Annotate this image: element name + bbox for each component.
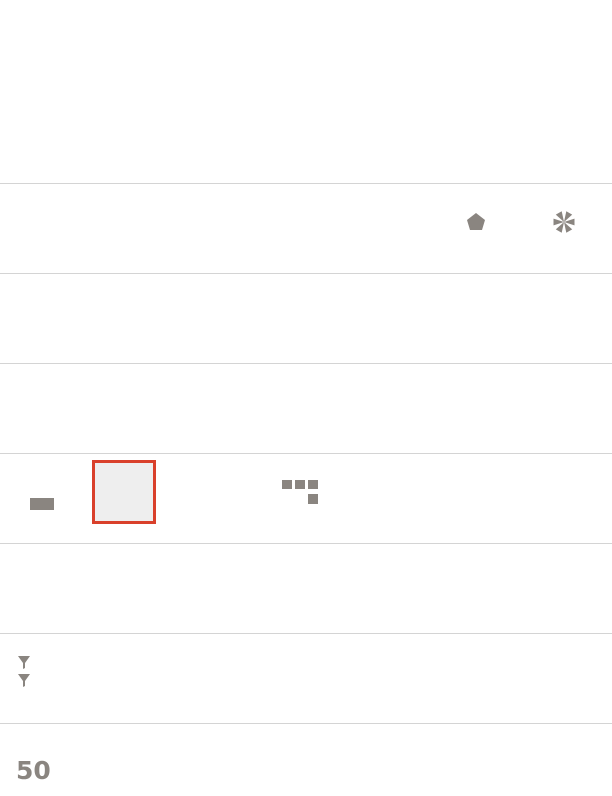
metric-tile-icon: 50 bbox=[16, 756, 51, 785]
horizontal-bar-chart-button[interactable] bbox=[268, 10, 332, 74]
pie-chart-button[interactable] bbox=[4, 370, 68, 434]
text-box-button[interactable] bbox=[180, 730, 244, 794]
stacked-area-chart-icon bbox=[192, 202, 232, 242]
table-icon bbox=[30, 498, 54, 510]
funnel-chart-icon bbox=[192, 562, 232, 602]
pivot-tree-icon bbox=[192, 472, 232, 512]
horizontal-bar-pivot-chart-button[interactable] bbox=[92, 100, 156, 164]
visualization-palette: 50 bbox=[0, 0, 612, 796]
network-graph-button[interactable] bbox=[4, 550, 68, 614]
donut-chart-button[interactable] bbox=[92, 370, 156, 434]
treemap-icon bbox=[280, 382, 320, 422]
filled-radar-chart-icon bbox=[467, 213, 485, 230]
line-chart-button[interactable] bbox=[4, 190, 68, 254]
section-divider bbox=[0, 633, 612, 634]
section-divider bbox=[0, 363, 612, 364]
grouped-bar-chart-button[interactable] bbox=[92, 10, 156, 74]
diagram-button[interactable] bbox=[444, 730, 508, 794]
parallel-coordinates-button[interactable] bbox=[444, 550, 508, 614]
filled-radar-chart-button[interactable] bbox=[444, 190, 508, 254]
horizontal-bar-chart-icon bbox=[280, 22, 320, 62]
section-divider bbox=[0, 453, 612, 454]
radar-line-chart-button[interactable] bbox=[356, 190, 420, 254]
treemap-button[interactable] bbox=[268, 370, 332, 434]
percent-area-chart-button[interactable] bbox=[268, 190, 332, 254]
scatter-plot-categories-button[interactable] bbox=[92, 280, 156, 344]
tile-grid-button[interactable] bbox=[268, 460, 332, 524]
list-filter-icon bbox=[18, 656, 30, 687]
map-pin-icon bbox=[104, 742, 144, 782]
funnel-chart-button[interactable] bbox=[180, 550, 244, 614]
horizontal-bar-pivot-chart-icon bbox=[104, 112, 144, 152]
area-chart-icon bbox=[104, 202, 144, 242]
stacked-bar-line-combo-chart-icon bbox=[22, 140, 54, 144]
tag-cloud-button[interactable] bbox=[268, 730, 332, 794]
bar-line-combo-chart-icon bbox=[544, 22, 584, 62]
tile-grid-icon bbox=[282, 480, 318, 504]
bar-chart-icon bbox=[16, 22, 56, 62]
tag-cloud-icon bbox=[280, 742, 320, 782]
scatter-plot-button[interactable] bbox=[4, 280, 68, 344]
dot-plot-button[interactable] bbox=[180, 280, 244, 344]
metric-tile-button[interactable]: 50 bbox=[4, 730, 68, 794]
correlation-chart-icon bbox=[368, 562, 408, 602]
hierarchy-tree-icon bbox=[280, 562, 320, 602]
list-view-button[interactable] bbox=[356, 730, 420, 794]
grouped-bar-chart-icon bbox=[104, 22, 144, 62]
box-plot-icon bbox=[280, 112, 320, 152]
metric-icon-value: 50 bbox=[16, 756, 51, 785]
correlation-chart-button[interactable] bbox=[356, 550, 420, 614]
section-divider bbox=[0, 273, 612, 274]
list-view-icon bbox=[368, 742, 408, 782]
area-chart-button[interactable] bbox=[92, 190, 156, 254]
grouped-horizontal-bar-chart-icon bbox=[378, 24, 382, 60]
box-plot-button[interactable] bbox=[268, 100, 332, 164]
sunburst-chart-button[interactable] bbox=[180, 370, 244, 434]
radar-line-chart-icon bbox=[368, 202, 408, 242]
pivot-table-button[interactable] bbox=[92, 460, 156, 524]
waterfall-chart-button[interactable] bbox=[180, 100, 244, 164]
chord-diagram-icon bbox=[104, 562, 144, 602]
bar-chart-button[interactable] bbox=[4, 10, 68, 74]
pie-chart-icon bbox=[16, 382, 56, 422]
section-divider bbox=[0, 723, 612, 724]
scatter-plot-icon bbox=[16, 292, 56, 332]
stacked-area-chart-button[interactable] bbox=[180, 190, 244, 254]
table-button[interactable] bbox=[4, 460, 68, 524]
line-chart-icon bbox=[16, 202, 56, 242]
dot-plot-icon bbox=[192, 292, 232, 332]
stacked-bar-chart-button[interactable] bbox=[180, 10, 244, 74]
horizontal-box-plot-button[interactable] bbox=[356, 100, 420, 164]
hierarchy-tree-button[interactable] bbox=[268, 550, 332, 614]
map-pin-button[interactable] bbox=[92, 730, 156, 794]
percent-area-chart-icon bbox=[280, 202, 320, 242]
horizontal-box-plot-icon bbox=[368, 112, 408, 152]
polar-chart-icon bbox=[553, 211, 575, 233]
section-divider bbox=[0, 183, 612, 184]
bar-line-combo-chart-button[interactable] bbox=[532, 10, 596, 74]
parallel-coordinates-icon bbox=[456, 562, 496, 602]
sunburst-chart-icon bbox=[192, 382, 232, 422]
grouped-horizontal-bar-chart-button[interactable] bbox=[356, 10, 420, 74]
stacked-horizontal-bar-chart-icon bbox=[468, 24, 482, 60]
diagram-icon bbox=[456, 742, 496, 782]
polar-chart-button[interactable] bbox=[532, 190, 596, 254]
waterfall-chart-icon bbox=[192, 112, 232, 152]
list-filter-button[interactable] bbox=[4, 640, 68, 704]
stacked-bar-chart-icon bbox=[197, 34, 229, 55]
pivot-table-icon bbox=[104, 472, 144, 512]
stacked-horizontal-bar-chart-button[interactable] bbox=[444, 10, 508, 74]
donut-chart-icon bbox=[104, 382, 144, 422]
text-box-icon bbox=[192, 742, 232, 782]
section-divider bbox=[0, 543, 612, 544]
scatter-plot-categories-icon bbox=[104, 292, 144, 332]
stacked-bar-line-combo-chart-button[interactable] bbox=[4, 100, 68, 164]
chord-diagram-button[interactable] bbox=[92, 550, 156, 614]
network-graph-icon bbox=[16, 562, 56, 602]
pivot-tree-button[interactable] bbox=[180, 460, 244, 524]
